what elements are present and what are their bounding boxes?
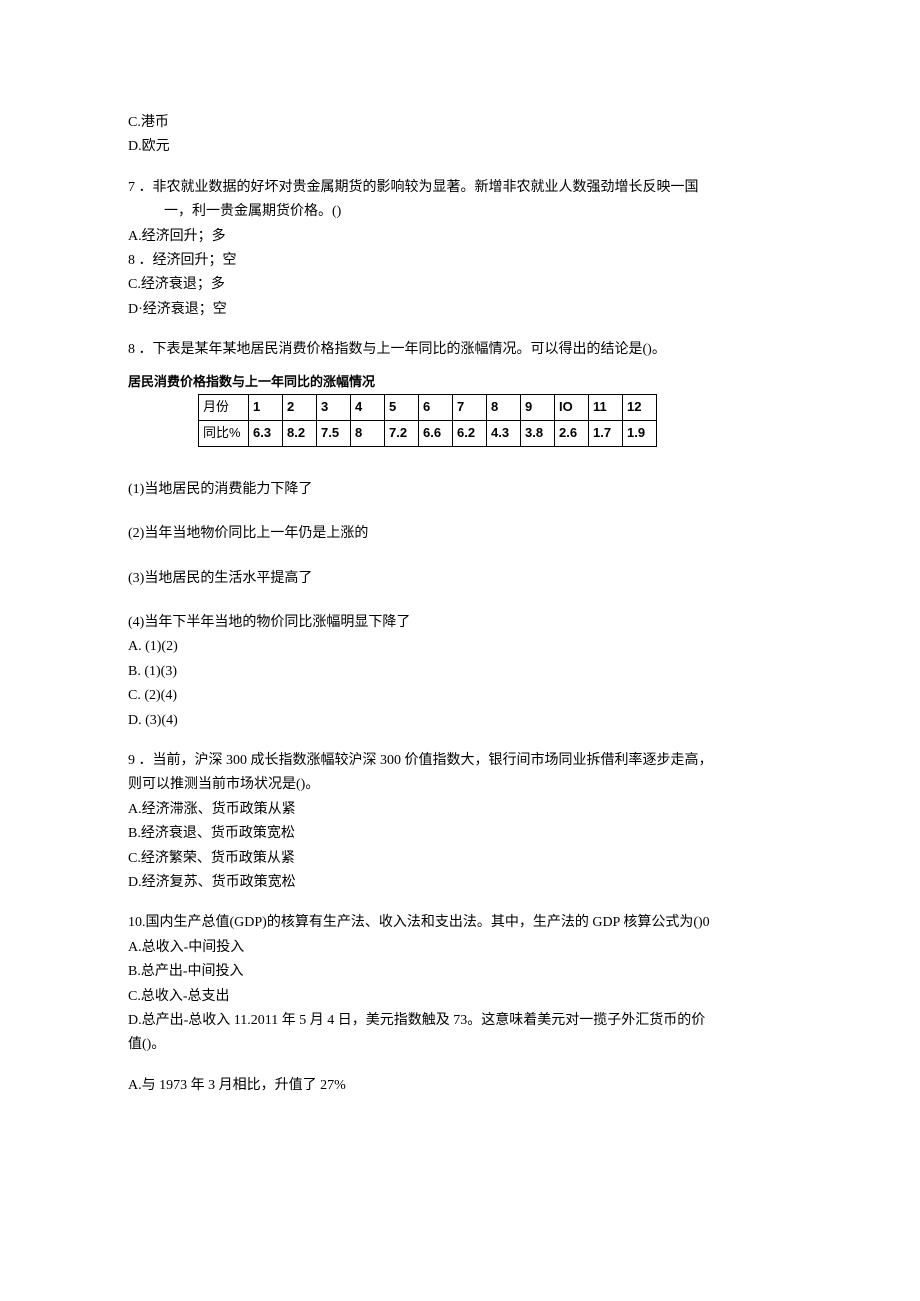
q7-option-a: A.经济回升；多 [128,226,792,248]
document-page: C.港币 D.欧元 7 ．非农就业数据的好坏对贵金属期货的影响较为显著。新增非农… [0,0,920,1301]
month-10: IO [555,395,589,421]
q8-statement-1: (1)当地居民的消费能力下降了 [128,479,792,501]
q6-option-c: C.港币 [128,112,792,134]
q9-stem-1: 9 ．当前，沪深 300 成长指数涨幅较沪深 300 价值指数大，银行间市场同业… [128,750,792,772]
q10-option-a: A.总收入-中间投入 [128,937,792,959]
val-4: 8 [351,421,385,447]
q7-stem-1: 7 ．非农就业数据的好坏对贵金属期货的影响较为显著。新增非农就业人数强劲增长反映… [128,177,792,199]
q9: 9 ．当前，沪深 300 成长指数涨幅较沪深 300 价值指数大，银行间市场同业… [128,750,792,894]
q9-stem-2: 则可以推测当前市场状况是()。 [128,774,792,796]
val-3: 7.5 [317,421,351,447]
val-7: 6.2 [453,421,487,447]
month-1: 1 [249,395,283,421]
q8-table-title: 居民消费价格指数与上一年同比的涨幅情况 [128,372,792,393]
q8-option-a: A. (1)(2) [128,636,792,658]
month-9: 9 [521,395,555,421]
val-2: 8.2 [283,421,317,447]
q8-statement-2: (2)当年当地物价同比上一年仍是上涨的 [128,523,792,545]
q10-option-b: B.总产出-中间投入 [128,961,792,983]
table-row: 月份 1 2 3 4 5 6 7 8 9 IO 11 12 [199,395,657,421]
val-8: 4.3 [487,421,521,447]
q8-option-c: C. (2)(4) [128,685,792,707]
q10-option-c: C.总收入-总支出 [128,986,792,1008]
month-4: 4 [351,395,385,421]
q7-option-b: 8 ．经济回升；空 [128,250,792,272]
cpi-table: 月份 1 2 3 4 5 6 7 8 9 IO 11 12 同比% 6.3 8.… [198,394,657,447]
q7-option-c: C.经济衰退；多 [128,274,792,296]
q9-option-c: C.经济繁荣、货币政策从紧 [128,848,792,870]
q8-statement-3: (3)当地居民的生活水平提高了 [128,568,792,590]
q10-option-d-2: 值()。 [128,1034,792,1056]
q11-option-a: A.与 1973 年 3 月相比，升值了 27% [128,1075,792,1097]
q11: A.与 1973 年 3 月相比，升值了 27% [128,1075,792,1097]
q7: 7 ．非农就业数据的好坏对贵金属期货的影响较为显著。新增非农就业人数强劲增长反映… [128,177,792,321]
month-12: 12 [623,395,657,421]
val-11: 1.7 [589,421,623,447]
month-8: 8 [487,395,521,421]
month-7: 7 [453,395,487,421]
q7-stem-2: 一，利一贵金属期货价格。() [128,201,792,223]
month-6: 6 [419,395,453,421]
val-1: 6.3 [249,421,283,447]
q8: 8 ．下表是某年某地居民消费价格指数与上一年同比的涨幅情况。可以得出的结论是()… [128,339,792,732]
q8-statement-4: (4)当年下半年当地的物价同比涨幅明显下降了 [128,612,792,634]
q9-option-b: B.经济衰退、货币政策宽松 [128,823,792,845]
row-header-yoy: 同比% [199,421,249,447]
month-2: 2 [283,395,317,421]
q8-option-b: B. (1)(3) [128,661,792,683]
month-5: 5 [385,395,419,421]
q10-stem: 10.国内生产总值(GDP)的核算有生产法、收入法和支出法。其中，生产法的 GD… [128,912,792,934]
q10: 10.国内生产总值(GDP)的核算有生产法、收入法和支出法。其中，生产法的 GD… [128,912,792,1056]
q8-option-d: D. (3)(4) [128,710,792,732]
table-row: 同比% 6.3 8.2 7.5 8 7.2 6.6 6.2 4.3 3.8 2.… [199,421,657,447]
q9-option-a: A.经济滞涨、货币政策从紧 [128,799,792,821]
val-10: 2.6 [555,421,589,447]
q6-option-d: D.欧元 [128,136,792,158]
q9-option-d: D.经济复苏、货币政策宽松 [128,872,792,894]
month-3: 3 [317,395,351,421]
val-6: 6.6 [419,421,453,447]
val-12: 1.9 [623,421,657,447]
row-header-month: 月份 [199,395,249,421]
q10-option-d: D.总产出-总收入 11.2011 年 5 月 4 日，美元指数触及 73。这意… [128,1010,792,1032]
month-11: 11 [589,395,623,421]
q8-stem: 8 ．下表是某年某地居民消费价格指数与上一年同比的涨幅情况。可以得出的结论是()… [128,339,792,361]
val-5: 7.2 [385,421,419,447]
val-9: 3.8 [521,421,555,447]
q7-option-d: D·经济衰退；空 [128,299,792,321]
